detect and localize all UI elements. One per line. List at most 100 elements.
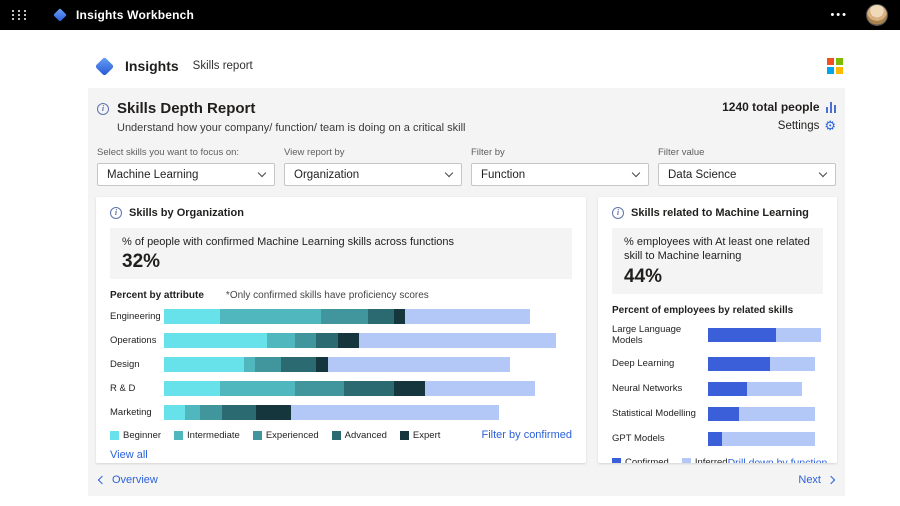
legend-label: Beginner (123, 430, 161, 441)
chart-row: Deep Learning (612, 357, 823, 371)
bar-segment (220, 381, 295, 396)
filter-by-confirmed-link[interactable]: Filter by confirmed (482, 429, 572, 441)
bar-segment (338, 333, 359, 348)
bar-segment (394, 381, 425, 396)
bar-segment (295, 381, 344, 396)
chevron-down-icon (819, 169, 827, 177)
bar-segment (220, 309, 321, 324)
settings-button[interactable]: Settings ⚙ (778, 119, 836, 132)
filter-value-dropdown[interactable]: Data Science (658, 163, 836, 186)
chart-row-track (708, 328, 823, 342)
view-all-link[interactable]: View all (110, 449, 148, 461)
drill-down-link[interactable]: Drill down by function (728, 457, 828, 463)
app-title: Insights Workbench (76, 8, 194, 22)
chevron-down-icon (258, 169, 266, 177)
bar-segment (776, 328, 821, 342)
legend-swatch (332, 431, 341, 440)
stat-label: % employees with At least one related sk… (624, 235, 811, 264)
legend-item: Experienced (253, 430, 319, 441)
waffle-menu-icon[interactable] (12, 10, 28, 20)
footer-navigation: Overview Next (96, 474, 837, 486)
bar-segment (164, 357, 244, 372)
card-title: Skills related to Machine Learning (631, 207, 809, 219)
insights-logo-icon (53, 8, 67, 22)
stat-box: % of people with confirmed Machine Learn… (110, 228, 572, 279)
bar-segment (708, 382, 747, 396)
chevron-left-icon (98, 476, 106, 484)
bar-segment (405, 309, 531, 324)
chart-row-label: R & D (110, 383, 164, 394)
stacked-bar-chart: Large Language Models Deep Learning Neural… (612, 324, 823, 446)
legend-label: Expert (413, 430, 440, 441)
bar-chart-icon (826, 102, 837, 113)
legend-item: Inferred (682, 457, 728, 463)
stat-value: 32% (122, 251, 560, 273)
bar-segment (295, 333, 316, 348)
info-icon: i (612, 207, 624, 219)
bar-segment (722, 432, 815, 446)
next-link[interactable]: Next (798, 474, 834, 486)
chart-row: Design (110, 357, 572, 372)
chart-row: Statistical Modelling (612, 407, 823, 421)
bar-segment (164, 333, 267, 348)
legend-swatch (253, 431, 262, 440)
bar-segment (708, 407, 739, 421)
user-avatar[interactable] (866, 4, 888, 26)
bar-segment (164, 381, 220, 396)
chart-row: Operations (110, 333, 572, 348)
brand-bar: Insights Skills report (0, 30, 900, 88)
chart-row: GPT Models (612, 432, 823, 446)
legend-label: Confirmed (625, 457, 669, 463)
filter-by-dropdown[interactable]: Function (471, 163, 649, 186)
bar-segment (200, 405, 222, 420)
stat-value: 44% (624, 266, 811, 288)
bar-segment (425, 381, 535, 396)
bar-segment (359, 333, 556, 348)
bar-segment (368, 309, 394, 324)
filter-label: View report by (284, 147, 462, 158)
legend-label: Advanced (345, 430, 387, 441)
chart-row-track (164, 357, 572, 372)
chart-row: Large Language Models (612, 324, 823, 346)
breadcrumb: Skills report (193, 60, 253, 72)
chart-row-label: Operations (110, 335, 164, 346)
bar-segment (747, 382, 802, 396)
chart-row-track (164, 333, 572, 348)
legend-item: Beginner (110, 430, 161, 441)
stat-label: % of people with confirmed Machine Learn… (122, 235, 560, 249)
report-panel: i Skills Depth Report Understand how you… (88, 88, 845, 496)
page-subtitle: Understand how your company/ function/ t… (117, 122, 466, 134)
chart-row-label: Neural Networks (612, 383, 708, 394)
bar-segment (281, 357, 316, 372)
chart-row: Neural Networks (612, 382, 823, 396)
bar-segment (316, 333, 338, 348)
legend-swatch (174, 431, 183, 440)
overview-back-link[interactable]: Overview (99, 474, 158, 486)
report-header: i Skills Depth Report Understand how you… (96, 100, 837, 134)
view-report-by-dropdown[interactable]: Organization (284, 163, 462, 186)
filter-label: Filter by (471, 147, 649, 158)
chart-row-label: GPT Models (612, 433, 708, 444)
legend-item: Expert (400, 430, 440, 441)
dropdown-value: Function (481, 169, 525, 181)
legend-swatch (682, 458, 691, 463)
overview-label: Overview (112, 474, 158, 486)
skill-select-dropdown[interactable]: Machine Learning (97, 163, 275, 186)
bar-segment (708, 357, 770, 371)
chart-row-track (164, 405, 572, 420)
chart-row-track (708, 357, 823, 371)
more-options-icon[interactable]: ••• (830, 9, 848, 21)
bar-segment (316, 357, 328, 372)
settings-label: Settings (778, 120, 820, 132)
bar-segment (222, 405, 257, 420)
dropdown-value: Organization (294, 169, 359, 181)
next-label: Next (798, 474, 821, 486)
chart-row-label: Deep Learning (612, 358, 708, 369)
filter-label: Select skills you want to focus on: (97, 147, 275, 158)
chart-row: R & D (110, 381, 572, 396)
bar-segment (164, 309, 220, 324)
bar-segment (708, 328, 776, 342)
bar-segment (185, 405, 200, 420)
chart-row: Marketing (110, 405, 572, 420)
chevron-down-icon (632, 169, 640, 177)
